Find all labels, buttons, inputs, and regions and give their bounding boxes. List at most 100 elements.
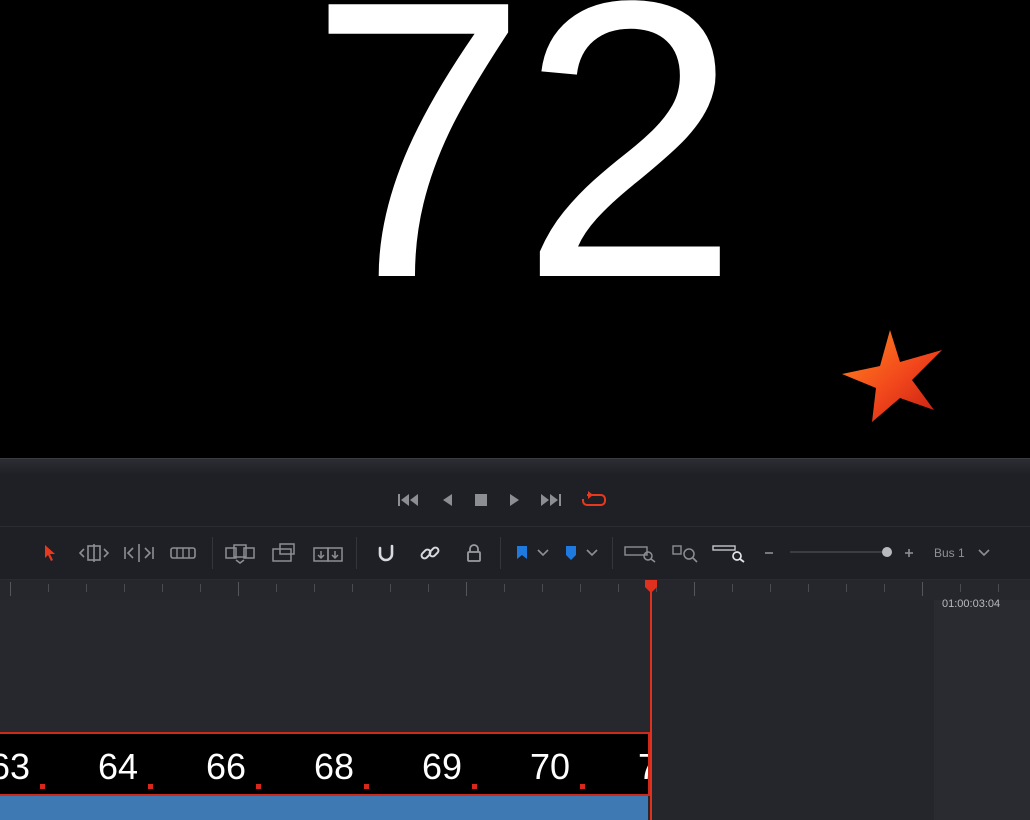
play-icon [510, 494, 519, 506]
selected-video-clip[interactable]: 63 64 66 68 69 70 7 [0, 732, 650, 796]
marker-dropdown-button[interactable] [560, 539, 602, 567]
arrow-pointer-icon [45, 545, 55, 561]
clip-frame-number: 66 [206, 746, 247, 787]
ruler-tick [238, 582, 239, 596]
overwrite-clip-button[interactable] [268, 539, 300, 567]
ruler-tick [162, 584, 163, 592]
insert-clip-button[interactable] [222, 539, 258, 567]
flag-dropdown-button[interactable] [512, 539, 552, 567]
toolbar-separator [612, 537, 613, 569]
linked-selection-toggle[interactable] [416, 539, 444, 567]
link-icon [420, 546, 440, 560]
chevron-down-icon [537, 549, 549, 557]
blade-edit-tool-button[interactable] [168, 539, 198, 567]
ruler-tick [352, 584, 353, 592]
zoom-out-button[interactable] [760, 539, 778, 567]
ruler-tick [580, 584, 581, 592]
toolbar-separator [500, 537, 501, 569]
chevron-down-icon[interactable] [978, 545, 990, 559]
clip-frame-number: 64 [98, 746, 139, 787]
razor-blade-icon [170, 547, 196, 559]
playhead-line[interactable] [650, 590, 652, 820]
stop-button[interactable] [468, 488, 494, 512]
clip-frame-number: 63 [0, 746, 31, 787]
ruler-tick [10, 582, 11, 596]
dynamic-trim-icon [124, 544, 154, 562]
playhead-handle[interactable] [643, 580, 659, 594]
zoom-detail-icon [672, 545, 698, 563]
ruler-tick [960, 584, 961, 592]
snapping-toggle[interactable] [372, 539, 400, 567]
audio-bus-selector-label[interactable]: Bus 1 [934, 546, 965, 560]
clip-frame-marker [472, 784, 477, 789]
play-reverse-icon [443, 494, 452, 506]
clip-frame-marker [256, 784, 261, 789]
star-graphic [842, 330, 942, 422]
ruler-tick [466, 582, 467, 596]
timeline-zoom-slider[interactable] [790, 551, 886, 553]
zoom-full-extent-button[interactable] [622, 539, 658, 567]
zoom-custom-button[interactable] [710, 539, 748, 567]
zoom-full-icon [624, 546, 656, 563]
toolbar-separator [356, 537, 357, 569]
ruler-tick [542, 584, 543, 592]
trim-edit-tool-button[interactable] [76, 539, 112, 567]
ruler-tick [732, 584, 733, 592]
clip-frame-marker [580, 784, 585, 789]
ruler-tick [124, 584, 125, 592]
clip-track-row: 63 64 66 68 69 70 7 [0, 732, 652, 820]
timeline-toolbar [0, 527, 1030, 580]
clip-frame-marker [364, 784, 369, 789]
ruler-tick [86, 584, 87, 592]
ruler-tick [276, 584, 277, 592]
clip-frame-number: 7 [638, 746, 648, 788]
stop-icon [475, 494, 487, 506]
video-viewer: 72 [0, 0, 1030, 458]
zoom-in-button[interactable] [900, 539, 918, 567]
position-lock-toggle[interactable] [460, 539, 488, 567]
clip-frame-number: 70 [530, 746, 571, 787]
magnet-icon [378, 544, 394, 562]
selection-tool-button[interactable] [38, 539, 62, 567]
clip-frame-marker [148, 784, 153, 789]
overwrite-clip-icon [272, 543, 295, 562]
ruler-tick [314, 584, 315, 592]
chevron-down-icon [586, 549, 598, 557]
play-button[interactable] [502, 488, 528, 512]
clip-frame-number: 69 [422, 746, 463, 787]
zoom-custom-icon [712, 545, 745, 563]
minus-icon [765, 552, 773, 554]
ruler-tick [694, 582, 695, 596]
skip-to-start-button[interactable] [396, 488, 422, 512]
timeline-track-area-after-playhead[interactable] [934, 600, 1030, 820]
loop-button[interactable] [581, 488, 607, 512]
dynamic-trim-tool-button[interactable] [122, 539, 156, 567]
loop-icon [582, 491, 606, 506]
play-reverse-button[interactable] [434, 488, 460, 512]
timeline-zoom-slider-knob[interactable] [882, 547, 892, 557]
transport-controls [0, 474, 1030, 527]
ruler-tick [48, 584, 49, 592]
plus-icon [905, 549, 913, 557]
marker-icon [566, 546, 576, 560]
skip-to-end-button[interactable] [538, 488, 564, 512]
clip-frame-number: 68 [314, 746, 355, 787]
timeline-ruler[interactable] [0, 580, 1030, 600]
skip-to-start-icon [398, 494, 418, 506]
ruler-tick [846, 584, 847, 592]
clip-frame-marker [40, 784, 45, 789]
audio-clip[interactable] [0, 796, 648, 820]
skip-to-end-icon [541, 494, 561, 506]
ruler-tick [922, 582, 923, 596]
ruler-tick [808, 584, 809, 592]
viewer-frame-number: 72 [308, 0, 739, 360]
ruler-tick [428, 584, 429, 592]
trim-icon [78, 544, 110, 562]
lock-icon [467, 544, 481, 562]
replace-clip-button[interactable] [310, 539, 346, 567]
viewer-timeline-divider[interactable] [0, 458, 1030, 475]
ruler-tick [504, 584, 505, 592]
zoom-detail-button[interactable] [668, 539, 702, 567]
ruler-timecode: 01:00:03:04 [942, 598, 1001, 610]
toolbar-separator [212, 537, 213, 569]
